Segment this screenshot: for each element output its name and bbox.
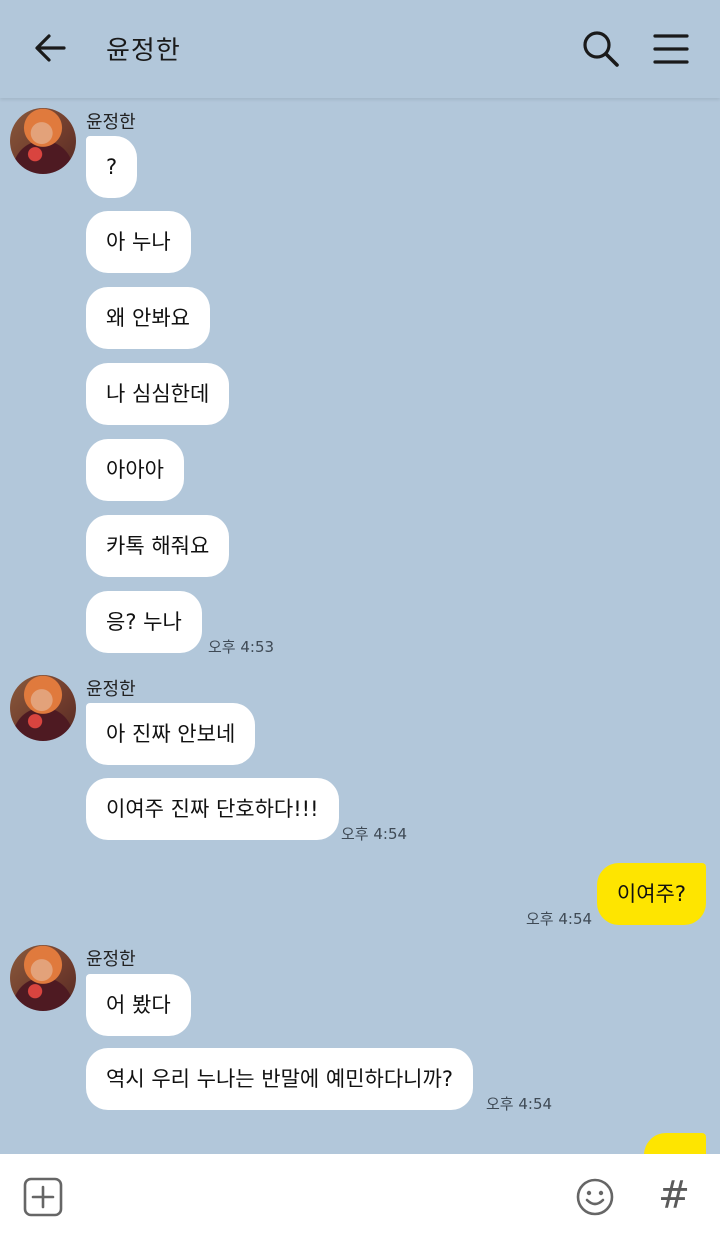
message-list[interactable]: 윤정한 ? 아 누나 왜 안봐요 나 심심한데 아아아 카톡 해줘요 응? 누나… <box>0 98 720 1154</box>
smiley-icon <box>576 1178 614 1216</box>
sender-name: 윤정한 <box>86 949 136 970</box>
menu-button[interactable] <box>650 30 692 68</box>
hashtag-button[interactable]: # <box>656 1172 692 1218</box>
message-bubble[interactable]: 응? 누나 <box>86 591 202 653</box>
chat-screen: 윤정한 윤정한 ? 아 누나 왜 안봐요 나 심심한데 아아아 카톡 해줘요 응… <box>0 0 720 1238</box>
add-button[interactable] <box>22 1176 64 1218</box>
menu-icon <box>653 34 689 64</box>
search-button[interactable] <box>580 28 622 70</box>
my-message-bubble[interactable]: 이여주? <box>596 863 706 925</box>
arrow-left-icon <box>35 34 66 62</box>
avatar[interactable] <box>10 945 76 1011</box>
message-bubble[interactable]: ? <box>86 136 138 198</box>
chat-header: 윤정한 <box>0 0 720 98</box>
message-time: 오후 4:54 <box>526 910 593 928</box>
avatar[interactable] <box>10 108 76 174</box>
back-button[interactable] <box>30 28 70 68</box>
message-bubble[interactable]: 역시 우리 누나는 반말에 예민하다니까? <box>86 1048 473 1110</box>
message-bubble[interactable]: 아아아 <box>86 439 184 501</box>
message-bubble[interactable]: 아 누나 <box>86 211 191 273</box>
message-bubble[interactable]: 어 봤다 <box>86 974 191 1036</box>
input-bar: # <box>0 1154 720 1238</box>
message-time: 오후 4:53 <box>208 638 275 656</box>
message-time: 오후 4:54 <box>486 1095 553 1113</box>
plus-square-icon <box>23 1177 63 1217</box>
emoji-button[interactable] <box>574 1176 616 1218</box>
message-bubble[interactable]: 왜 안봐요 <box>86 287 210 349</box>
sender-name: 윤정한 <box>86 112 136 133</box>
message-bubble[interactable]: 카톡 해줘요 <box>86 515 230 577</box>
message-bubble[interactable]: 아 진짜 안보네 <box>86 703 256 765</box>
sender-name: 윤정한 <box>86 679 136 700</box>
chat-title: 윤정한 <box>106 36 181 66</box>
search-icon <box>583 31 619 67</box>
my-message-bubble-partial[interactable] <box>644 1133 706 1154</box>
avatar[interactable] <box>10 675 76 741</box>
message-time: 오후 4:54 <box>341 825 408 843</box>
message-bubble[interactable]: 나 심심한데 <box>86 363 230 425</box>
message-bubble[interactable]: 이여주 진짜 단호하다!!! <box>86 778 339 840</box>
